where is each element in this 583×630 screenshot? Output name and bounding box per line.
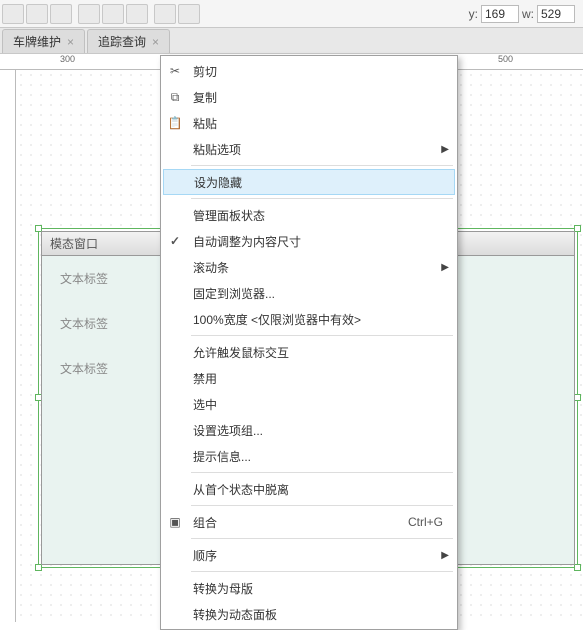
shortcut-label: Ctrl+G	[408, 515, 443, 529]
check-icon: ✓	[167, 233, 183, 249]
close-icon[interactable]: ×	[67, 35, 74, 49]
tab-bar: 车牌维护 × 追踪查询 ×	[0, 28, 583, 54]
y-label: y:	[469, 7, 478, 21]
context-menu: ✂ 剪切 ⧉ 复制 📋 粘贴 粘贴选项 ▶ 设为隐藏 管理面板状态 ✓ 自动调整为内容尺寸…	[160, 55, 458, 630]
menu-label: 复制	[193, 89, 217, 106]
menu-paste[interactable]: 📋 粘贴	[161, 110, 457, 136]
menu-order[interactable]: 顺序 ▶	[161, 542, 457, 568]
menu-auto-fit[interactable]: ✓ 自动调整为内容尺寸	[161, 228, 457, 254]
resize-handle[interactable]	[574, 394, 581, 401]
menu-pin-browser[interactable]: 固定到浏览器...	[161, 280, 457, 306]
tab-track-query[interactable]: 追踪查询 ×	[87, 29, 170, 53]
align-bottom-button[interactable]	[126, 4, 148, 24]
menu-label: 100%宽度 <仅限浏览器中有效>	[193, 311, 361, 328]
align-left-button[interactable]	[2, 4, 24, 24]
align-top-button[interactable]	[78, 4, 100, 24]
group-icon: ▣	[167, 514, 183, 530]
menu-label: 转换为母版	[193, 580, 253, 597]
menu-allow-trigger[interactable]: 允许触发鼠标交互	[161, 339, 457, 365]
menu-label: 滚动条	[193, 259, 229, 276]
resize-handle[interactable]	[35, 564, 42, 571]
menu-label: 从首个状态中脱离	[193, 481, 289, 498]
resize-handle[interactable]	[574, 564, 581, 571]
coordinate-inputs: y: w:	[469, 5, 581, 23]
menu-label: 转换为动态面板	[193, 606, 277, 623]
menu-label: 提示信息...	[193, 448, 251, 465]
menu-to-dynamic[interactable]: 转换为动态面板	[161, 601, 457, 627]
menu-set-hidden[interactable]: 设为隐藏	[163, 169, 455, 195]
align-center-button[interactable]	[26, 4, 48, 24]
menu-separator	[191, 538, 453, 539]
menu-label: 固定到浏览器...	[193, 285, 275, 302]
menu-set-option-group[interactable]: 设置选项组...	[161, 417, 457, 443]
w-label: w:	[522, 7, 534, 21]
menu-separator	[191, 472, 453, 473]
paste-icon: 📋	[167, 115, 183, 131]
menu-to-master[interactable]: 转换为母版	[161, 575, 457, 601]
menu-label: 组合	[193, 514, 217, 531]
menu-label: 禁用	[193, 370, 217, 387]
submenu-arrow-icon: ▶	[441, 262, 449, 273]
menu-selected[interactable]: 选中	[161, 391, 457, 417]
menu-separator	[191, 198, 453, 199]
menu-label: 设为隐藏	[194, 174, 242, 191]
menu-label: 顺序	[193, 547, 217, 564]
resize-handle[interactable]	[574, 225, 581, 232]
menu-label: 设置选项组...	[193, 422, 263, 439]
menu-scrollbars[interactable]: 滚动条 ▶	[161, 254, 457, 280]
menu-copy[interactable]: ⧉ 复制	[161, 84, 457, 110]
menu-tooltip[interactable]: 提示信息...	[161, 443, 457, 469]
menu-separator	[191, 505, 453, 506]
menu-label: 管理面板状态	[193, 207, 265, 224]
ruler-tick: 500	[498, 54, 513, 64]
menu-separator	[191, 165, 453, 166]
menu-full-width[interactable]: 100%宽度 <仅限浏览器中有效>	[161, 306, 457, 332]
align-right-button[interactable]	[50, 4, 72, 24]
menu-separator	[191, 571, 453, 572]
align-middle-button[interactable]	[102, 4, 124, 24]
submenu-arrow-icon: ▶	[441, 550, 449, 561]
menu-disable[interactable]: 禁用	[161, 365, 457, 391]
distribute-h-button[interactable]	[154, 4, 176, 24]
menu-label: 粘贴选项	[193, 141, 241, 158]
ruler-tick: 300	[60, 54, 75, 64]
tab-plate-maintain[interactable]: 车牌维护 ×	[2, 29, 85, 53]
top-toolbar: y: w:	[0, 0, 583, 28]
menu-label: 剪切	[193, 63, 217, 80]
distribute-v-button[interactable]	[178, 4, 200, 24]
menu-cut[interactable]: ✂ 剪切	[161, 58, 457, 84]
design-canvas[interactable]: 300 500 模态窗口 文本标签 文本标签 文本标签 ✂剪切 ⧉复制 📋粘贴 …	[0, 54, 583, 622]
menu-label: 选中	[193, 396, 217, 413]
tab-label: 追踪查询	[98, 33, 146, 50]
y-input[interactable]	[481, 5, 519, 23]
menu-label: 自动调整为内容尺寸	[193, 233, 301, 250]
menu-label: 允许触发鼠标交互	[193, 344, 289, 361]
close-icon[interactable]: ×	[152, 35, 159, 49]
w-input[interactable]	[537, 5, 575, 23]
menu-manage-states[interactable]: 管理面板状态	[161, 202, 457, 228]
menu-break-state[interactable]: 从首个状态中脱离	[161, 476, 457, 502]
copy-icon: ⧉	[167, 89, 183, 105]
tab-label: 车牌维护	[13, 33, 61, 50]
ruler-vertical	[0, 70, 16, 622]
menu-paste-options[interactable]: 粘贴选项 ▶	[161, 136, 457, 162]
menu-separator	[191, 335, 453, 336]
scissors-icon: ✂	[167, 63, 183, 79]
submenu-arrow-icon: ▶	[441, 144, 449, 155]
menu-label: 粘贴	[193, 115, 217, 132]
menu-group[interactable]: ▣ 组合 Ctrl+G	[161, 509, 457, 535]
